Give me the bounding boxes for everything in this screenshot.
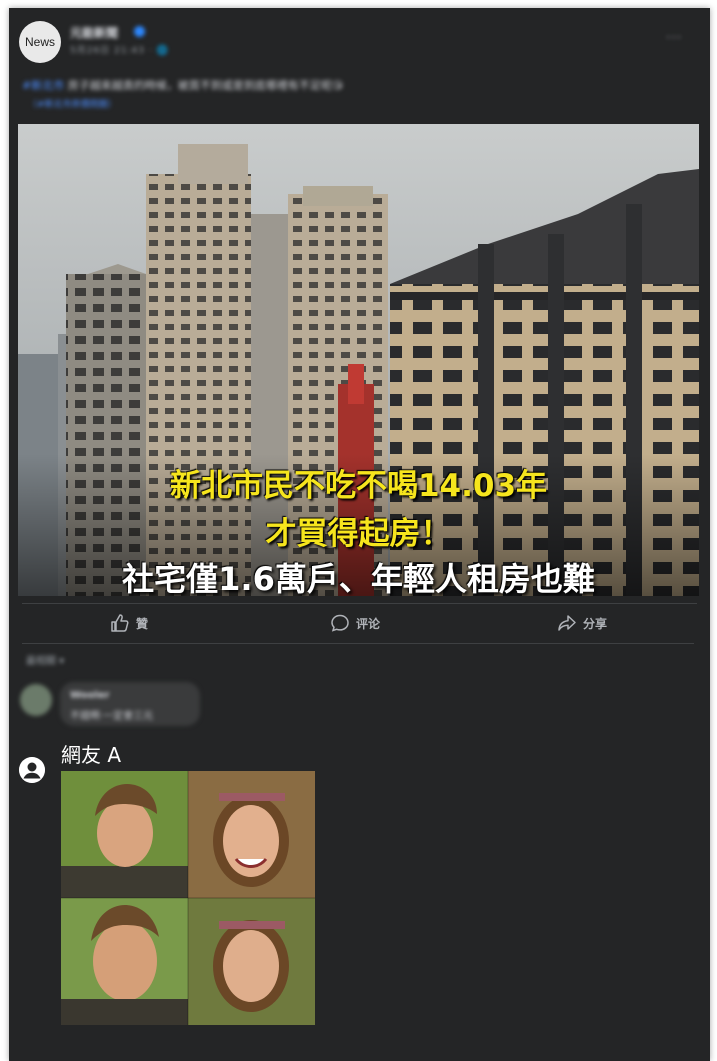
- share-label: 分享: [583, 616, 608, 631]
- commenter-name[interactable]: Wooler: [70, 690, 110, 701]
- comment-bubble-icon: [331, 614, 349, 632]
- verified-badge-icon: [134, 26, 145, 37]
- comment-label: 评论: [356, 616, 381, 631]
- comment-button[interactable]: 评论: [330, 613, 380, 633]
- actions-bottom-divider: [22, 643, 694, 644]
- post-image[interactable]: 新北市民不吃不喝14.03年 才買得起房！ 社宅僅1.6萬戶、年輕人租房也難: [18, 124, 699, 596]
- actions-top-divider: [22, 603, 697, 604]
- page-name[interactable]: 元能新聞: [70, 24, 118, 41]
- headline-line-3: 社宅僅1.6萬戶、年輕人租房也難: [122, 560, 595, 596]
- headline-line-2: 才買得起房！: [265, 516, 452, 552]
- page-avatar[interactable]: News: [19, 21, 61, 63]
- post-sub-link[interactable]: （#新北市房價問題）: [28, 97, 117, 110]
- post-timestamp[interactable]: 5月26日 21:43 · 🌐: [70, 43, 169, 56]
- post-body-text: 房子越來越貴的時候，被買不到或是到底哪裡有不足呢😘: [64, 79, 344, 92]
- comment-text: 不錯啊·一定會三元: [70, 711, 154, 722]
- like-button[interactable]: 贊: [110, 613, 148, 633]
- thumbs-up-icon: [111, 614, 129, 632]
- meme-image[interactable]: [61, 771, 315, 1025]
- hashtag-link[interactable]: #新北市: [22, 79, 64, 92]
- headline-line-1: 新北市民不吃不喝14.03年: [169, 468, 548, 504]
- user-avatar-icon[interactable]: [19, 757, 45, 783]
- commenter-avatar[interactable]: [20, 684, 52, 716]
- more-options-icon[interactable]: ···: [666, 30, 682, 46]
- share-arrow-icon: [558, 615, 576, 631]
- commenter-name-a[interactable]: 網友 A: [61, 739, 121, 768]
- comment-sort-dropdown[interactable]: 最相關 ▾: [26, 652, 64, 667]
- share-button[interactable]: 分享: [557, 613, 607, 633]
- post-text: #新北市 房子越來越貴的時候，被買不到或是到底哪裡有不足呢😘: [22, 77, 562, 93]
- like-label: 贊: [136, 616, 149, 631]
- person-icon: [19, 757, 45, 783]
